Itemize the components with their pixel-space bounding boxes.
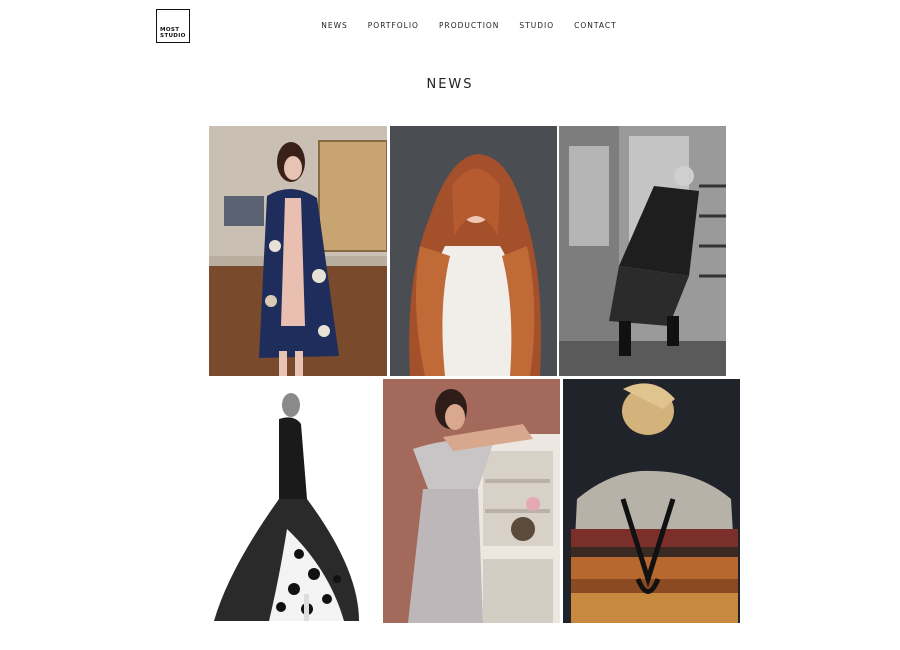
nav-item-portfolio[interactable]: PORTFOLIO [368, 21, 419, 30]
main-nav: NEWS PORTFOLIO PRODUCTION STUDIO CONTACT [0, 21, 900, 30]
news-photo-2[interactable] [390, 126, 557, 376]
news-photo-1[interactable] [209, 126, 387, 376]
news-photo-6[interactable] [563, 379, 740, 623]
nav-item-production[interactable]: PRODUCTION [439, 21, 499, 30]
logo-line2: STUDIO [160, 33, 186, 39]
nav-item-studio[interactable]: STUDIO [519, 21, 554, 30]
news-photo-3[interactable] [559, 126, 726, 376]
news-photo-4[interactable] [209, 379, 380, 623]
page: MOST STUDIO NEWS PORTFOLIO PRODUCTION ST… [0, 0, 900, 650]
news-photo-5[interactable] [383, 379, 560, 623]
page-title: NEWS [426, 77, 474, 92]
nav-item-news[interactable]: NEWS [321, 21, 348, 30]
nav-item-contact[interactable]: CONTACT [574, 21, 617, 30]
